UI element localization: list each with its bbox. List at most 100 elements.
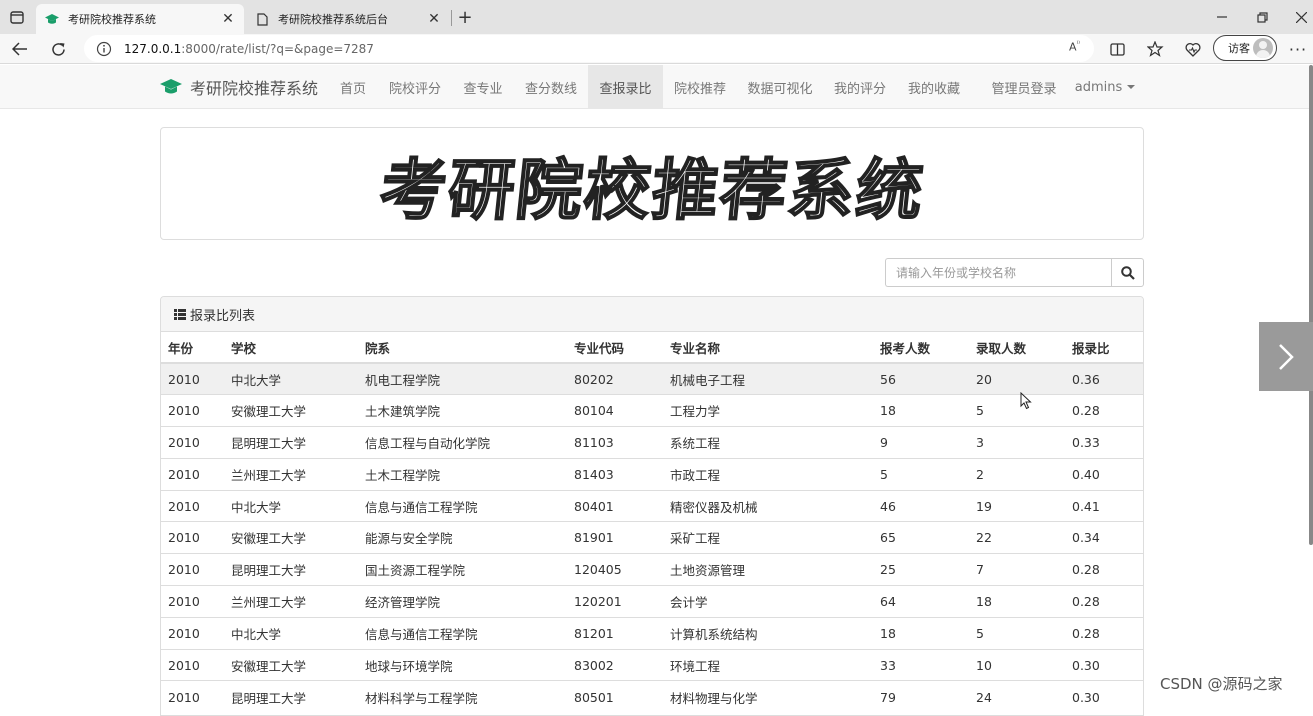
table-row: 2010 兰州理工大学 土木工程学院 81403 市政工程 5 2 0.40 <box>161 457 1143 491</box>
address-bar[interactable]: 127.0.0.1:8000/rate/list/?q=&page=7287 A… <box>84 35 1094 62</box>
brand-link[interactable]: 考研院校推荐系统 <box>160 65 318 109</box>
profile-button[interactable]: 访客 <box>1213 35 1277 61</box>
col-department: 院系 <box>358 332 567 364</box>
browser-tab-active[interactable]: 考研院校推荐系统 ✕ <box>36 4 244 34</box>
cell-school: 中北大学 <box>224 489 358 522</box>
cell-ratio: 0.28 <box>1065 394 1143 427</box>
browser-tab-bar: 考研院校推荐系统 ✕ 考研院校推荐系统后台 ✕ + <box>0 0 1313 34</box>
site-info-icon[interactable] <box>96 41 112 57</box>
col-major-code: 专业代码 <box>567 332 663 364</box>
cell-major-code: 80401 <box>567 489 663 522</box>
table-row: 2010 中北大学 信息与通信工程学院 80401 精密仪器及机械 46 19 0.41 <box>161 489 1143 522</box>
cell-year: 2010 <box>161 585 224 618</box>
close-icon[interactable]: ✕ <box>220 11 236 27</box>
search-input[interactable] <box>885 258 1111 287</box>
nav-item-school-rating[interactable]: 院校评分 <box>382 65 448 109</box>
page-scrollbar[interactable] <box>1309 65 1313 545</box>
nav-item-data-visualization[interactable]: 数据可视化 <box>741 65 819 109</box>
cell-school: 安徽理工大学 <box>224 394 358 427</box>
search-button[interactable] <box>1111 258 1144 287</box>
table-row: 2010 兰州理工大学 经济管理学院 120201 会计学 64 18 0.28 <box>161 585 1143 618</box>
table-row: 2010 安徽理工大学 能源与安全学院 81901 采矿工程 65 22 0.34 <box>161 521 1143 554</box>
cell-applicants: 64 <box>873 585 969 618</box>
nav-item-admin-login[interactable]: 管理员登录 <box>984 65 1064 109</box>
cell-major-name: 精密仪器及机械 <box>663 489 873 522</box>
table-row: 2010 安徽理工大学 土木建筑学院 80104 工程力学 18 5 0.28 <box>161 394 1143 427</box>
read-aloud-icon[interactable]: A⁾⁾ <box>1069 40 1080 54</box>
nav-item-my-ratings[interactable]: 我的评分 <box>827 65 893 109</box>
cell-applicants: 5 <box>873 457 969 491</box>
more-menu-icon[interactable]: ··· <box>1285 37 1311 61</box>
col-year: 年份 <box>161 332 224 364</box>
cell-admitted: 5 <box>969 394 1065 427</box>
cell-school: 兰州理工大学 <box>224 457 358 491</box>
cell-admitted: 20 <box>969 362 1065 395</box>
table-row: 2010 中北大学 机电工程学院 80202 机械电子工程 56 20 0.36 <box>161 362 1143 395</box>
cell-department: 土木建筑学院 <box>358 394 567 427</box>
cell-major-code: 81201 <box>567 616 663 650</box>
table-row: 2010 昆明理工大学 信息工程与自动化学院 81103 系统工程 9 3 0.33 <box>161 426 1143 459</box>
nav-item-school-recommend[interactable]: 院校推荐 <box>667 65 733 109</box>
cell-department: 信息工程与自动化学院 <box>358 426 567 459</box>
cell-admitted: 22 <box>969 521 1065 554</box>
cell-year: 2010 <box>161 680 224 713</box>
cell-department: 土木工程学院 <box>358 457 567 491</box>
new-tab-plus-icon[interactable]: + <box>454 7 476 28</box>
browser-tab-inactive[interactable]: 考研院校推荐系统后台 ✕ <box>246 4 450 34</box>
favorites-star-icon[interactable] <box>1142 37 1168 61</box>
nav-item-home[interactable]: 首页 <box>332 65 374 109</box>
minimize-icon[interactable] <box>1208 6 1236 28</box>
cell-major-code: 83002 <box>567 648 663 681</box>
graduation-cap-icon <box>160 79 182 94</box>
profile-label: 访客 <box>1228 42 1250 55</box>
refresh-icon[interactable] <box>45 37 71 61</box>
cell-department: 国土资源工程学院 <box>358 553 567 586</box>
cell-ratio: 0.40 <box>1065 457 1143 491</box>
site-navbar: 考研院校推荐系统 首页 院校评分 查专业 查分数线 查报录比 院校推荐 数据可视… <box>0 65 1309 109</box>
cell-major-name: 机械电子工程 <box>663 362 873 395</box>
list-icon <box>174 308 186 320</box>
cell-major-name: 市政工程 <box>663 457 873 491</box>
browser-essentials-heart-icon[interactable] <box>1180 37 1206 61</box>
nav-item-my-favorites[interactable]: 我的收藏 <box>901 65 967 109</box>
cell-school: 中北大学 <box>224 616 358 650</box>
close-icon[interactable]: ✕ <box>426 11 442 27</box>
cell-admitted: 18 <box>969 585 1065 618</box>
next-page-arrow-button[interactable] <box>1259 322 1313 391</box>
back-arrow-icon[interactable] <box>7 37 33 61</box>
cell-major-code: 81901 <box>567 521 663 554</box>
cell-major-code: 120201 <box>567 585 663 618</box>
cell-year: 2010 <box>161 457 224 491</box>
nav-item-majors[interactable]: 查专业 <box>456 65 510 109</box>
panel-title: 报录比列表 <box>190 308 256 324</box>
document-icon <box>254 11 270 27</box>
cell-major-name: 工程力学 <box>663 394 873 427</box>
cell-year: 2010 <box>161 394 224 427</box>
cell-admitted: 19 <box>969 489 1065 522</box>
cell-school: 中北大学 <box>224 362 358 395</box>
cell-major-code: 80202 <box>567 362 663 395</box>
cell-department: 机电工程学院 <box>358 362 567 395</box>
cell-applicants: 56 <box>873 362 969 395</box>
user-dropdown[interactable]: admins <box>1072 65 1138 109</box>
cell-year: 2010 <box>161 426 224 459</box>
tab-actions-icon[interactable] <box>6 7 28 27</box>
cell-ratio: 0.28 <box>1065 585 1143 618</box>
nav-item-admission-ratio[interactable]: 查报录比 <box>588 65 663 109</box>
browser-toolbar: 127.0.0.1:8000/rate/list/?q=&page=7287 A… <box>0 34 1313 64</box>
watermark: CSDN @源码之家 <box>1160 675 1283 693</box>
table-row: 2010 昆明理工大学 材料科学与工程学院 80501 材料物理与化学 79 24 0.30 <box>161 680 1143 713</box>
cell-ratio: 0.28 <box>1065 616 1143 650</box>
nav-item-score-lines[interactable]: 查分数线 <box>518 65 584 109</box>
cell-major-name: 采矿工程 <box>663 521 873 554</box>
cell-ratio: 0.36 <box>1065 362 1143 395</box>
split-screen-icon[interactable] <box>1104 37 1130 61</box>
table-row: 2010 安徽理工大学 地球与环境学院 83002 环境工程 33 10 0.30 <box>161 648 1143 681</box>
restore-icon[interactable] <box>1248 6 1276 28</box>
cell-major-name: 土地资源管理 <box>663 553 873 586</box>
table-body: 2010 中北大学 机电工程学院 80202 机械电子工程 56 20 0.36 2010 安徽理… <box>161 362 1143 713</box>
col-major-name: 专业名称 <box>663 332 873 364</box>
search-form <box>885 258 1144 287</box>
brand-title: 考研院校推荐系统 <box>190 79 319 98</box>
window-close-icon[interactable] <box>1287 6 1313 28</box>
